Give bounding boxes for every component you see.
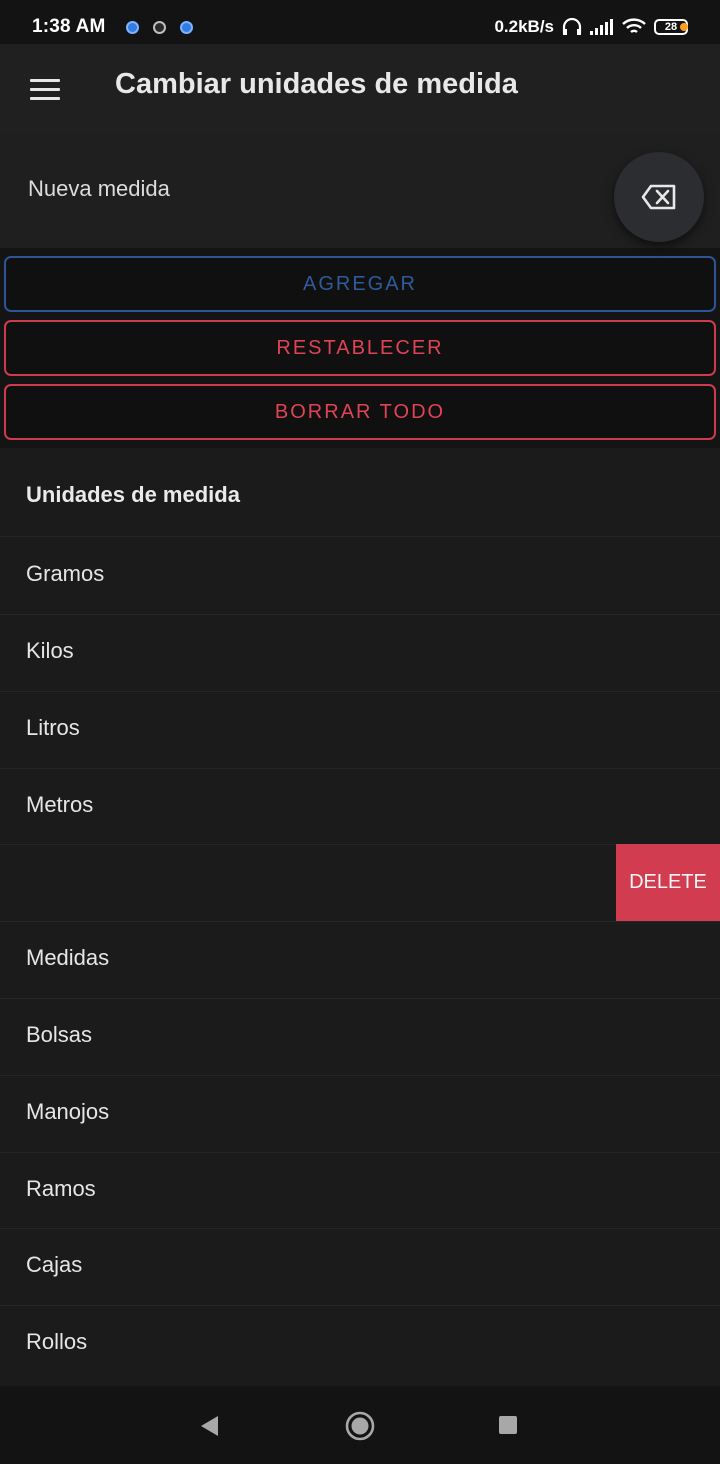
status-right: 0.2kB/s 28 xyxy=(494,17,688,37)
list-item[interactable]: Manojos xyxy=(0,1075,720,1152)
list-item-swiped[interactable] xyxy=(0,844,720,921)
list-item[interactable]: Rollos xyxy=(0,1305,720,1382)
list-item[interactable]: Medidas xyxy=(0,921,720,998)
app-bar: Cambiar unidades de medida xyxy=(0,44,720,134)
signal-icon xyxy=(590,19,613,35)
list-item-label: Rollos xyxy=(26,1329,88,1354)
list-header: Unidades de medida xyxy=(26,482,240,507)
clear-all-button[interactable]: BORRAR TODO xyxy=(4,384,716,440)
list-item-label: Ramos xyxy=(26,1176,96,1201)
actions-section: AGREGAR RESTABLECER BORRAR TODO xyxy=(0,248,720,448)
list-item[interactable]: Ramos xyxy=(0,1152,720,1229)
battery-icon: 28 xyxy=(654,19,688,35)
list-item[interactable]: Bolsas xyxy=(0,998,720,1075)
list-item-label: Litros xyxy=(26,715,80,740)
list-item[interactable]: Litros xyxy=(0,691,720,768)
add-button[interactable]: AGREGAR xyxy=(4,256,716,312)
list-item-label: Gramos xyxy=(26,561,105,586)
page-title: Cambiar unidades de medida xyxy=(115,68,518,100)
notification-icon xyxy=(125,20,139,34)
reset-button[interactable]: RESTABLECER xyxy=(4,320,716,376)
status-time: 1:38 AM xyxy=(32,16,106,37)
back-icon[interactable] xyxy=(198,1414,220,1438)
home-icon[interactable] xyxy=(345,1411,375,1441)
delete-button[interactable]: DELETE xyxy=(616,844,720,921)
backspace-icon xyxy=(641,184,676,210)
list-item-label: Metros xyxy=(26,792,94,817)
list-item-label: Bolsas xyxy=(26,1022,93,1047)
wifi-icon xyxy=(622,18,646,34)
headphones-icon xyxy=(562,18,582,35)
list-item[interactable]: Cajas xyxy=(0,1228,720,1305)
network-speed: 0.2kB/s xyxy=(494,17,554,36)
navigation-bar xyxy=(0,1386,720,1464)
units-list: Unidades de medida Gramos Kilos Litros M… xyxy=(0,448,720,1386)
new-measure-input[interactable] xyxy=(26,170,590,208)
new-measure-section xyxy=(0,134,720,248)
list-item[interactable]: Metros xyxy=(0,768,720,845)
list-item-label: Cajas xyxy=(26,1252,83,1277)
recents-icon[interactable] xyxy=(499,1416,517,1434)
notification-icon xyxy=(152,20,166,34)
clear-input-button[interactable] xyxy=(614,152,704,242)
list-item[interactable]: Gramos xyxy=(0,537,720,614)
list-item-label: Manojos xyxy=(26,1099,110,1124)
menu-icon[interactable] xyxy=(30,79,60,101)
list-item[interactable]: Kilos xyxy=(0,614,720,691)
list-item-label: Medidas xyxy=(26,945,110,970)
list-item-label: Kilos xyxy=(26,638,74,663)
notification-icon xyxy=(179,20,193,34)
notification-icons xyxy=(125,20,193,34)
